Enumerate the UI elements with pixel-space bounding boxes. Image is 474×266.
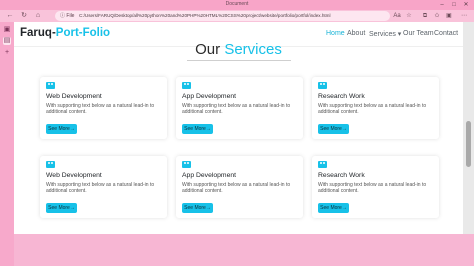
window-titlebar: Document – □ ✕ <box>0 0 474 10</box>
site-brand[interactable]: Faruq-Port-Folio <box>20 27 110 39</box>
back-icon[interactable]: ← <box>5 11 15 21</box>
users-icon <box>46 161 55 168</box>
section-heading: Our Services <box>195 41 282 58</box>
card-title: Research Work <box>318 93 365 100</box>
add-tab-icon[interactable]: + <box>3 49 11 57</box>
collections-icon[interactable]: ▣ <box>445 12 453 20</box>
service-card: Research Work With supporting text below… <box>312 156 439 218</box>
scrollbar-thumb[interactable] <box>466 121 471 167</box>
window-title: Document <box>225 1 249 7</box>
card-text: With supporting text below as a natural … <box>318 103 427 115</box>
tab-page-icon[interactable]: ▤ <box>3 37 11 45</box>
service-card: Web Development With supporting text bel… <box>40 77 167 139</box>
nav-home[interactable]: Home <box>326 30 345 37</box>
split-screen-icon[interactable]: ⧉ <box>421 12 429 20</box>
info-icon: ⓘ <box>60 13 66 19</box>
browser-sidebar: ▣ ▤ + <box>0 22 14 266</box>
users-icon <box>182 82 191 89</box>
address-bar[interactable]: ⓘ File C:/Users/FARUQ/Desktop/all%20pyth… <box>55 11 390 21</box>
close-icon[interactable]: ✕ <box>460 0 472 10</box>
card-text: With supporting text below as a natural … <box>182 182 291 194</box>
users-icon <box>46 82 55 89</box>
see-more-button[interactable]: See More→ <box>318 124 349 134</box>
refresh-icon[interactable]: ↻ <box>19 11 29 21</box>
service-card: App Development With supporting text bel… <box>176 156 303 218</box>
home-icon[interactable]: ⌂ <box>33 11 43 21</box>
page-scrollbar[interactable] <box>463 22 474 234</box>
nav-our-team[interactable]: Our Team <box>403 30 434 37</box>
service-card: Research Work With supporting text below… <box>312 77 439 139</box>
file-scheme-label: ⓘ File <box>60 13 75 19</box>
see-more-button[interactable]: See More→ <box>318 203 349 213</box>
card-text: With supporting text below as a natural … <box>318 182 427 194</box>
heading-divider <box>187 60 291 61</box>
see-more-button[interactable]: See More→ <box>182 124 213 134</box>
minimize-icon[interactable]: – <box>436 0 448 10</box>
favorites-icon[interactable]: ✩ <box>433 12 441 20</box>
nav-contact[interactable]: Contact <box>434 30 458 37</box>
users-icon <box>182 161 191 168</box>
read-aloud-icon[interactable]: Aa <box>393 12 401 20</box>
card-text: With supporting text below as a natural … <box>182 103 291 115</box>
window-bottom-area <box>14 234 474 266</box>
favorite-icon[interactable]: ☆ <box>405 12 413 20</box>
more-icon[interactable]: ⋯ <box>460 12 468 20</box>
service-card: Web Development With supporting text bel… <box>40 156 167 218</box>
see-more-button[interactable]: See More→ <box>46 124 77 134</box>
caret-down-icon: ▾ <box>397 31 402 38</box>
browser-toolbar: ← ↻ ⌂ ⓘ File C:/Users/FARUQ/Desktop/all%… <box>0 10 474 22</box>
card-title: Research Work <box>318 172 365 179</box>
users-icon <box>318 82 327 89</box>
card-title: Web Development <box>46 93 102 100</box>
web-page: Faruq-Port-Folio Home About Services ▾ O… <box>14 22 463 234</box>
url-text[interactable]: C:/Users/FARUQ/Desktop/all%20python%20an… <box>79 12 331 20</box>
nav-about[interactable]: About <box>347 30 365 37</box>
users-icon <box>318 161 327 168</box>
maximize-icon[interactable]: □ <box>448 0 460 10</box>
card-title: Web Development <box>46 172 102 179</box>
nav-services-dropdown[interactable]: Services ▾ <box>369 30 401 38</box>
card-text: With supporting text below as a natural … <box>46 103 155 115</box>
workspaces-icon[interactable]: ▣ <box>3 26 11 34</box>
card-text: With supporting text below as a natural … <box>46 182 155 194</box>
card-title: App Development <box>182 172 237 179</box>
card-title: App Development <box>182 93 237 100</box>
service-card: App Development With supporting text bel… <box>176 77 303 139</box>
see-more-button[interactable]: See More→ <box>46 203 77 213</box>
see-more-button[interactable]: See More→ <box>182 203 213 213</box>
